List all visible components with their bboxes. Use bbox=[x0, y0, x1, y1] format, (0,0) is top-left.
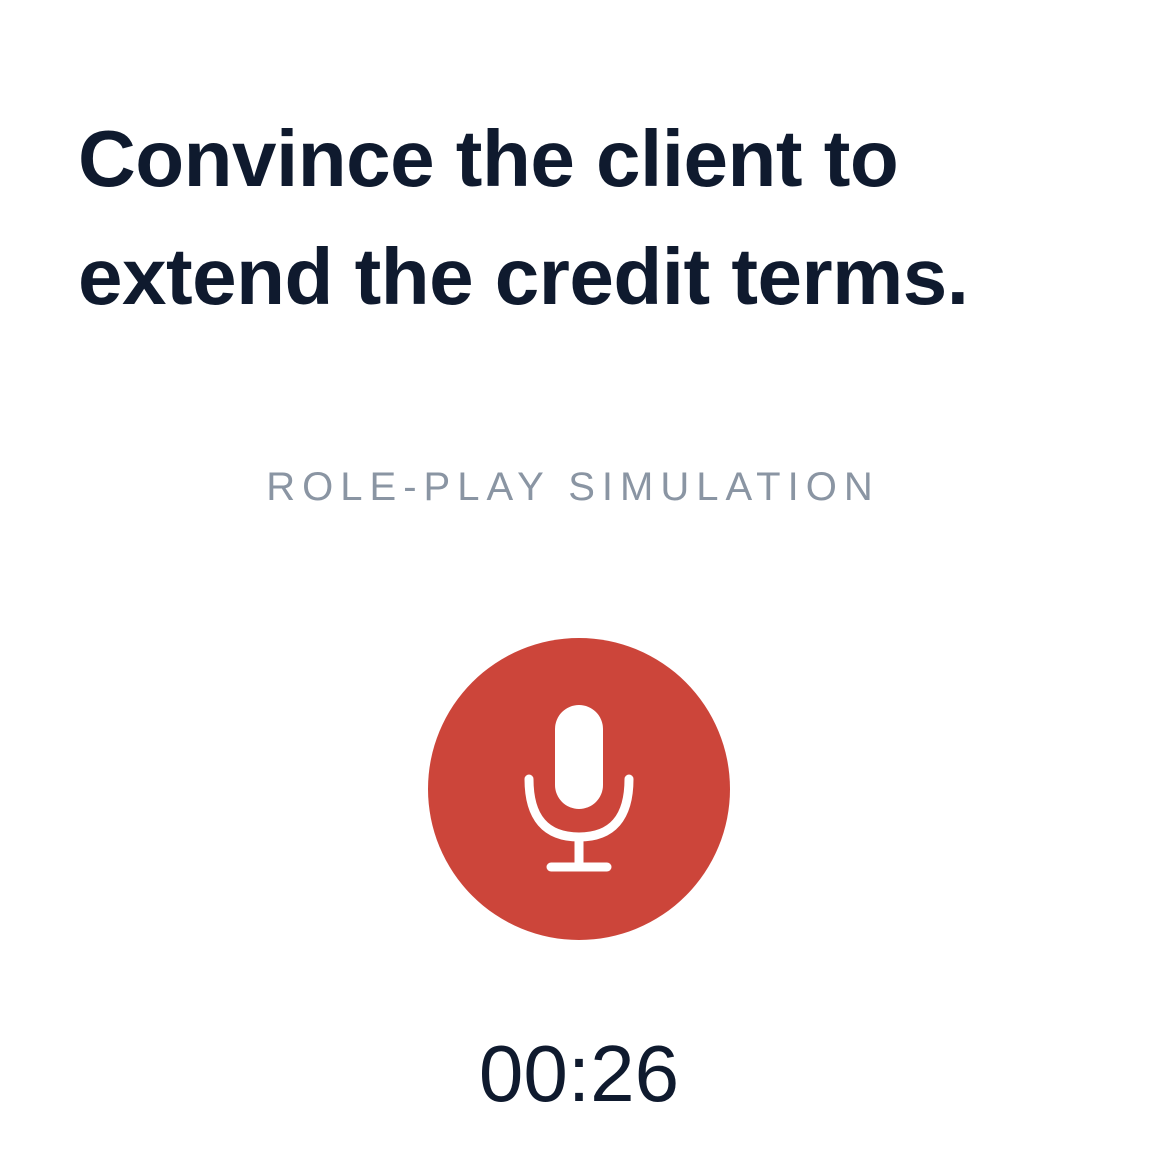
record-mic-button[interactable] bbox=[428, 638, 730, 940]
elapsed-timer: 00:26 bbox=[478, 1029, 680, 1118]
simulation-mode-label: ROLE-PLAY SIMULATION bbox=[266, 465, 880, 509]
scenario-prompt-title: Convince the client to extend the credit… bbox=[78, 114, 969, 321]
microphone-icon bbox=[519, 699, 639, 879]
